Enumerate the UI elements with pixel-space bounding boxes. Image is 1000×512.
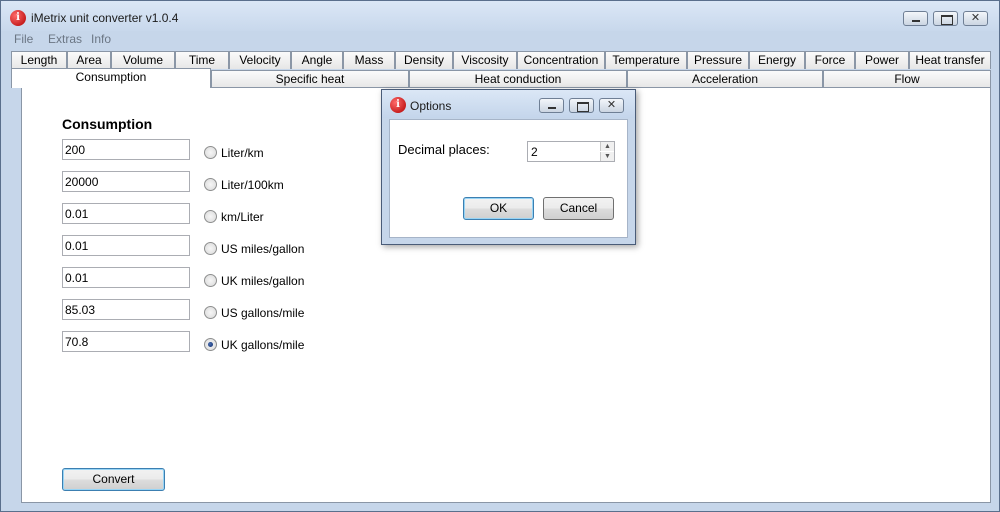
value-field-us-miles-gallon[interactable]: 0.01 <box>62 235 190 256</box>
dialog-close-button[interactable] <box>599 98 624 113</box>
section-title: Consumption <box>62 116 153 132</box>
tab-concentration[interactable]: Concentration <box>517 51 605 69</box>
value-field-km-liter[interactable]: 0.01 <box>62 203 190 224</box>
tab-length[interactable]: Length <box>11 51 67 69</box>
tab-area[interactable]: Area <box>67 51 111 69</box>
radio-button[interactable] <box>204 306 217 319</box>
app-icon: i <box>10 10 26 26</box>
tab-specific-heat[interactable]: Specific heat <box>211 70 409 88</box>
close-button[interactable] <box>963 11 988 26</box>
menu-info[interactable]: Info <box>91 32 111 46</box>
tab-consumption[interactable]: Consumption <box>11 68 211 88</box>
title-bar[interactable]: i iMetrix unit converter v1.0.4 <box>1 1 999 31</box>
minimize-icon <box>904 12 927 25</box>
menu-bar: File Extras Info <box>1 31 999 47</box>
tab-volume[interactable]: Volume <box>111 51 175 69</box>
radio-label: km/Liter <box>221 210 264 224</box>
cancel-button[interactable]: Cancel <box>543 197 614 220</box>
tab-temperature[interactable]: Temperature <box>605 51 687 69</box>
decimal-places-spinner[interactable]: 2 ▲ ▼ <box>527 141 615 162</box>
window-title: iMetrix unit converter v1.0.4 <box>31 11 179 25</box>
tab-mass[interactable]: Mass <box>343 51 395 69</box>
tab-viscosity[interactable]: Viscosity <box>453 51 517 69</box>
minimize-icon <box>540 99 563 112</box>
maximize-button[interactable] <box>933 11 958 26</box>
decimal-places-value[interactable]: 2 <box>531 145 538 159</box>
value-field-liter-100km[interactable]: 20000 <box>62 171 190 192</box>
tab-velocity[interactable]: Velocity <box>229 51 291 69</box>
radio-button[interactable] <box>204 178 217 191</box>
menu-extras[interactable]: Extras <box>48 32 82 46</box>
radio-label: Liter/km <box>221 146 264 160</box>
tab-time[interactable]: Time <box>175 51 229 69</box>
spin-down-icon[interactable]: ▼ <box>600 152 614 161</box>
value-field-uk-miles-gallon[interactable]: 0.01 <box>62 267 190 288</box>
dialog-body: Decimal places: 2 ▲ ▼ OK Cancel <box>389 119 628 238</box>
tab-heat-conduction[interactable]: Heat conduction <box>409 70 627 88</box>
radio-label: US gallons/mile <box>221 306 305 320</box>
radio-button[interactable] <box>204 146 217 159</box>
radio-button[interactable] <box>204 274 217 287</box>
main-window: i iMetrix unit converter v1.0.4 File Ext… <box>0 0 1000 512</box>
tab-pressure[interactable]: Pressure <box>687 51 749 69</box>
ok-button[interactable]: OK <box>463 197 534 220</box>
value-field-us-gallons-mile[interactable]: 85.03 <box>62 299 190 320</box>
radio-button-checked[interactable] <box>204 338 217 351</box>
value-field-liter-km[interactable]: 200 <box>62 139 190 160</box>
app-icon: i <box>390 97 406 113</box>
minimize-button[interactable] <box>903 11 928 26</box>
dialog-minimize-button[interactable] <box>539 98 564 113</box>
radio-button[interactable] <box>204 242 217 255</box>
value-field-uk-gallons-mile[interactable]: 70.8 <box>62 331 190 352</box>
radio-label: US miles/gallon <box>221 242 305 256</box>
radio-label: UK gallons/mile <box>221 338 305 352</box>
close-icon <box>964 11 987 25</box>
tab-flow[interactable]: Flow <box>823 70 991 88</box>
radio-button[interactable] <box>204 210 217 223</box>
options-dialog: i Options Decimal places: 2 ▲ ▼ OK Cance… <box>381 89 636 245</box>
radio-label: Liter/100km <box>221 178 284 192</box>
tab-acceleration[interactable]: Acceleration <box>627 70 823 88</box>
radio-label: UK miles/gallon <box>221 274 305 288</box>
tab-heat-transfer[interactable]: Heat transfer <box>909 51 991 69</box>
dialog-title-bar[interactable]: i Options <box>382 90 635 118</box>
tab-angle[interactable]: Angle <box>291 51 343 69</box>
tab-force[interactable]: Force <box>805 51 855 69</box>
tab-density[interactable]: Density <box>395 51 453 69</box>
tab-energy[interactable]: Energy <box>749 51 805 69</box>
maximize-icon <box>934 12 957 25</box>
dialog-title: Options <box>410 99 452 113</box>
spin-up-icon[interactable]: ▲ <box>600 142 614 151</box>
decimal-places-label: Decimal places: <box>398 142 490 157</box>
tab-power[interactable]: Power <box>855 51 909 69</box>
maximize-icon <box>570 99 593 112</box>
menu-file[interactable]: File <box>14 32 33 46</box>
close-icon <box>600 98 623 112</box>
dialog-maximize-button[interactable] <box>569 98 594 113</box>
convert-button[interactable]: Convert <box>62 468 165 491</box>
